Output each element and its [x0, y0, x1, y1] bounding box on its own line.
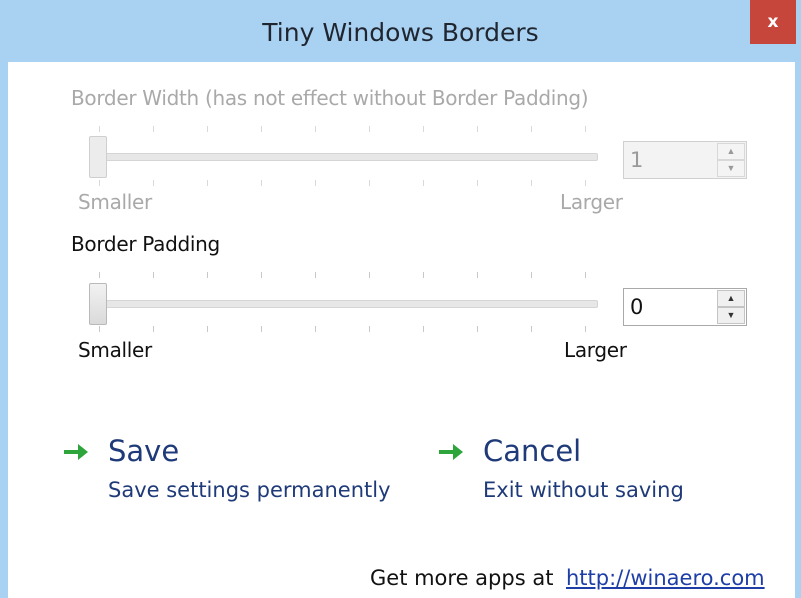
slider-tick — [261, 180, 262, 186]
slider-tick — [477, 272, 478, 278]
border-padding-value[interactable]: 0 — [630, 295, 643, 319]
border-padding-slider-thumb[interactable] — [89, 283, 107, 325]
cancel-title: Cancel — [483, 434, 582, 468]
dialog-content: Border Width (has not effect without Bor… — [8, 62, 795, 598]
title-bar[interactable]: Tiny Windows Borders x — [0, 0, 801, 62]
spin-up-button[interactable]: ▲ — [717, 290, 745, 307]
border-width-slider-thumb[interactable] — [89, 136, 107, 178]
app-window: Tiny Windows Borders x Border Width (has… — [0, 0, 801, 598]
slider-tick — [315, 180, 316, 186]
spin-buttons: ▲ ▼ — [717, 143, 745, 177]
border-width-max-label: Larger — [560, 190, 623, 214]
slider-tick — [369, 326, 370, 332]
slider-tick — [585, 272, 586, 278]
slider-track — [94, 153, 598, 161]
window-frame-right — [795, 62, 801, 598]
slider-tick — [369, 180, 370, 186]
slider-tick — [585, 326, 586, 332]
slider-tick — [153, 326, 154, 332]
green-arrow-icon — [439, 444, 463, 460]
slider-tick — [261, 272, 262, 278]
slider-tick — [423, 272, 424, 278]
spin-buttons: ▲ ▼ — [717, 290, 745, 324]
save-description: Save settings permanently — [108, 478, 391, 502]
spin-up-button[interactable]: ▲ — [717, 143, 745, 160]
slider-tick — [99, 180, 100, 186]
slider-tick — [99, 126, 100, 132]
slider-tick — [153, 126, 154, 132]
slider-tick — [369, 272, 370, 278]
slider-tick — [207, 326, 208, 332]
slider-tick — [261, 126, 262, 132]
border-width-spinner[interactable]: 1 ▲ ▼ — [623, 141, 747, 179]
border-width-label: Border Width (has not effect without Bor… — [71, 86, 589, 110]
window-title: Tiny Windows Borders — [262, 18, 539, 47]
green-arrow-icon — [64, 444, 88, 460]
slider-tick — [585, 126, 586, 132]
window-frame-left — [0, 62, 8, 598]
slider-tick — [531, 326, 532, 332]
slider-tick — [477, 180, 478, 186]
spin-down-button[interactable]: ▼ — [717, 160, 745, 177]
close-button[interactable]: x — [750, 0, 796, 44]
slider-tick — [531, 126, 532, 132]
slider-tick — [531, 272, 532, 278]
slider-tick — [207, 272, 208, 278]
slider-tick — [261, 326, 262, 332]
slider-tick — [99, 326, 100, 332]
border-padding-spinner[interactable]: 0 ▲ ▼ — [623, 288, 747, 326]
cancel-button[interactable]: Cancel Exit without saving — [437, 434, 757, 508]
slider-tick — [207, 126, 208, 132]
border-width-min-label: Smaller — [78, 190, 152, 214]
slider-tick — [531, 180, 532, 186]
slider-track — [94, 300, 598, 308]
spin-down-button[interactable]: ▼ — [717, 307, 745, 324]
slider-tick — [423, 180, 424, 186]
slider-tick — [315, 326, 316, 332]
slider-tick — [477, 326, 478, 332]
winaero-link[interactable]: http://winaero.com — [566, 566, 765, 590]
save-button[interactable]: Save Save settings permanently — [62, 434, 402, 508]
footer-text: Get more apps at — [370, 566, 554, 590]
border-padding-max-label: Larger — [564, 338, 627, 362]
border-padding-min-label: Smaller — [78, 338, 152, 362]
border-padding-label: Border Padding — [71, 232, 220, 256]
slider-tick — [207, 180, 208, 186]
slider-tick — [153, 180, 154, 186]
cancel-description: Exit without saving — [483, 478, 684, 502]
slider-tick — [99, 272, 100, 278]
slider-tick — [315, 126, 316, 132]
slider-tick — [315, 272, 316, 278]
slider-tick — [153, 272, 154, 278]
slider-tick — [369, 126, 370, 132]
slider-tick — [423, 326, 424, 332]
save-title: Save — [108, 434, 180, 468]
slider-tick — [585, 180, 586, 186]
slider-tick — [477, 126, 478, 132]
border-width-value[interactable]: 1 — [630, 148, 643, 172]
slider-tick — [423, 126, 424, 132]
